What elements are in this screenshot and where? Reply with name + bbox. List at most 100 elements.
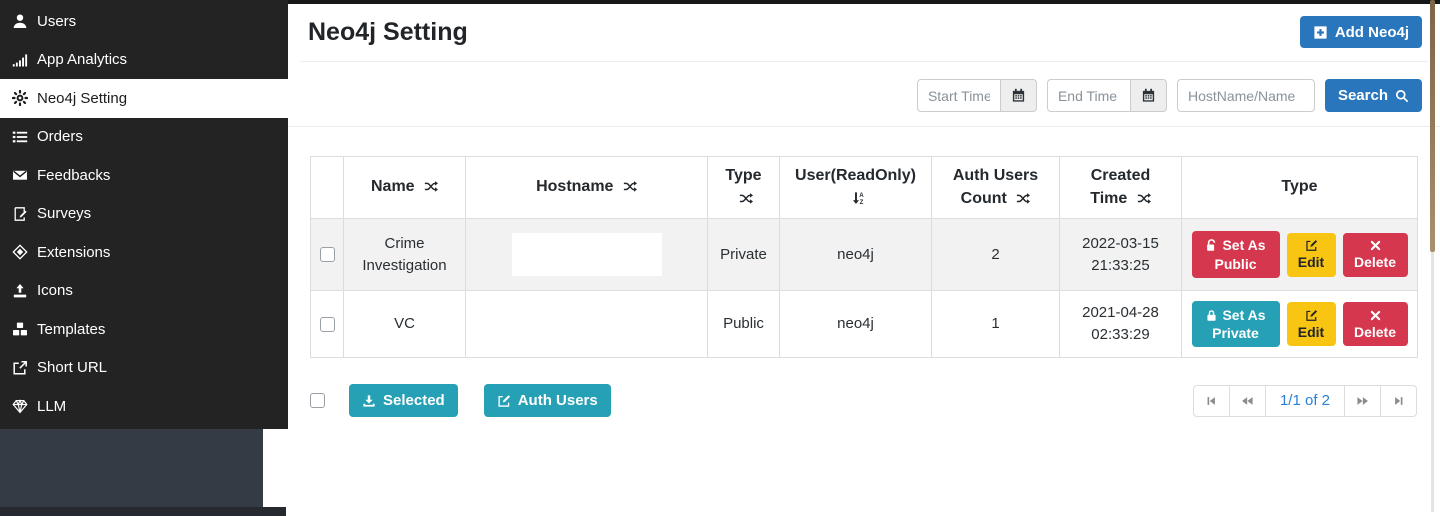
edit-button[interactable]: Edit — [1287, 233, 1336, 277]
sidebar-item-label: Templates — [37, 321, 105, 338]
search-button[interactable]: Search — [1325, 79, 1422, 112]
auth-users-button[interactable]: Auth Users — [484, 384, 611, 417]
hostname-search-input[interactable] — [1177, 79, 1315, 112]
extensions-icon — [12, 244, 28, 260]
action-button-label: Delete — [1354, 254, 1396, 270]
user-cell: neo4j — [780, 219, 932, 291]
selected-button-label: Selected — [383, 392, 445, 409]
shuffle-icon — [1016, 191, 1030, 205]
sidebar-item-label: Extensions — [37, 244, 110, 261]
column-header-created-time-6[interactable]: Created Time — [1060, 157, 1182, 219]
column-header-type-3[interactable]: Type — [708, 157, 780, 219]
set-as-public-button[interactable]: Set As Public — [1192, 231, 1280, 277]
edit-icon — [497, 394, 511, 408]
gear-icon — [12, 90, 28, 106]
short-url-icon — [12, 360, 28, 376]
action-button-label: Set As Private — [1212, 307, 1265, 341]
select-all-checkbox[interactable] — [310, 393, 325, 408]
delete-button[interactable]: Delete — [1343, 302, 1408, 346]
created-time-cell: 2022-03-15 21:33:25 — [1060, 219, 1182, 291]
end-time-calendar-button[interactable] — [1131, 79, 1167, 112]
sort-alpha-icon: AZ — [851, 191, 865, 205]
download-icon — [362, 394, 376, 408]
hostname-redaction — [512, 233, 662, 276]
hostname-cell — [466, 219, 708, 291]
set-as-private-button[interactable]: Set As Private — [1192, 301, 1280, 347]
column-label: User(ReadOnly) — [795, 167, 916, 184]
step-forward-icon — [1393, 395, 1405, 407]
x-icon — [1369, 309, 1382, 322]
sidebar-item-extensions[interactable]: Extensions — [0, 233, 288, 272]
auth-users-button-label: Auth Users — [518, 392, 598, 409]
first-page-button[interactable] — [1193, 385, 1230, 417]
sidebar-item-feedbacks[interactable]: Feedbacks — [0, 156, 288, 195]
table-body: Crime Investigation Privateneo4j22022-03-… — [311, 219, 1418, 358]
scrollbar-thumb[interactable] — [1430, 0, 1435, 252]
sidebar-item-label: Users — [37, 13, 76, 30]
row-checkbox[interactable] — [320, 317, 335, 332]
auth-users-count-cell: 2 — [932, 219, 1060, 291]
sidebar-item-llm[interactable]: LLM — [0, 387, 288, 426]
add-neo4j-button-label: Add Neo4j — [1335, 24, 1409, 41]
action-button-label: Set As Public — [1214, 237, 1265, 271]
created-time-cell: 2021-04-28 02:33:29 — [1060, 291, 1182, 358]
unlock-icon — [1205, 239, 1218, 252]
user-cell: neo4j — [780, 291, 932, 358]
type-cell: Public — [708, 291, 780, 358]
sidebar-item-app-analytics[interactable]: App Analytics — [0, 41, 288, 80]
icons-icon — [12, 283, 28, 299]
sidebar-item-short-url[interactable]: Short URL — [0, 349, 288, 388]
column-header-user-readonly-4[interactable]: User(ReadOnly) AZ — [780, 157, 932, 219]
delete-button[interactable]: Delete — [1343, 233, 1408, 277]
shuffle-icon — [739, 191, 753, 205]
action-button-label: Edit — [1298, 324, 1324, 340]
sidebar-item-users[interactable]: Users — [0, 2, 288, 41]
end-time-group — [1047, 79, 1167, 112]
calendar-icon — [1011, 88, 1026, 103]
plus-square-icon — [1313, 25, 1328, 40]
start-time-input[interactable] — [917, 79, 1001, 112]
type-cell: Private — [708, 219, 780, 291]
svg-text:Z: Z — [860, 199, 864, 205]
sidebar-item-neo4j-setting[interactable]: Neo4j Setting — [0, 79, 288, 118]
step-backward-icon — [1205, 395, 1217, 407]
sidebar-item-orders[interactable]: Orders — [0, 118, 288, 157]
edit-button[interactable]: Edit — [1287, 302, 1336, 346]
selected-button[interactable]: Selected — [349, 384, 458, 417]
neo4j-table: Name Hostname Type User(ReadOnly) AZAuth… — [310, 156, 1418, 358]
start-time-group — [917, 79, 1037, 112]
prev-page-button[interactable] — [1229, 385, 1266, 417]
sidebar-item-label: Orders — [37, 128, 83, 145]
sidebar-item-label: Neo4j Setting — [37, 90, 127, 107]
next-page-button[interactable] — [1344, 385, 1381, 417]
sidebar-bottom-strip — [0, 507, 286, 516]
shuffle-icon — [424, 179, 438, 193]
actions-cell: Set As Public Edit Delete — [1182, 219, 1418, 291]
sidebar-item-icons[interactable]: Icons — [0, 272, 288, 311]
sidebar-item-label: App Analytics — [37, 51, 127, 68]
table-header-row: Name Hostname Type User(ReadOnly) AZAuth… — [311, 157, 1418, 219]
column-header-auth-users-count-5[interactable]: Auth Users Count — [932, 157, 1060, 219]
add-neo4j-button[interactable]: Add Neo4j — [1300, 16, 1422, 48]
sidebar-item-label: Feedbacks — [37, 167, 110, 184]
fast-forward-icon — [1357, 395, 1369, 407]
name-cell: Crime Investigation — [344, 219, 466, 291]
sidebar-item-label: Icons — [37, 282, 73, 299]
column-header-hostname-2[interactable]: Hostname — [466, 157, 708, 219]
search-icon — [1395, 89, 1409, 103]
column-header-name-1[interactable]: Name — [344, 157, 466, 219]
name-cell: VC — [344, 291, 466, 358]
edit-icon — [1305, 239, 1318, 252]
sidebar-item-templates[interactable]: Templates — [0, 310, 288, 349]
end-time-input[interactable] — [1047, 79, 1131, 112]
column-label: Type — [1281, 178, 1317, 195]
row-checkbox[interactable] — [320, 247, 335, 262]
lock-icon — [1205, 309, 1218, 322]
shuffle-icon — [623, 179, 637, 193]
sidebar-item-surveys[interactable]: Surveys — [0, 195, 288, 234]
start-time-calendar-button[interactable] — [1001, 79, 1037, 112]
action-button-label: Delete — [1354, 324, 1396, 340]
last-page-button[interactable] — [1380, 385, 1417, 417]
hostname-cell — [466, 291, 708, 358]
auth-users-count-cell: 1 — [932, 291, 1060, 358]
